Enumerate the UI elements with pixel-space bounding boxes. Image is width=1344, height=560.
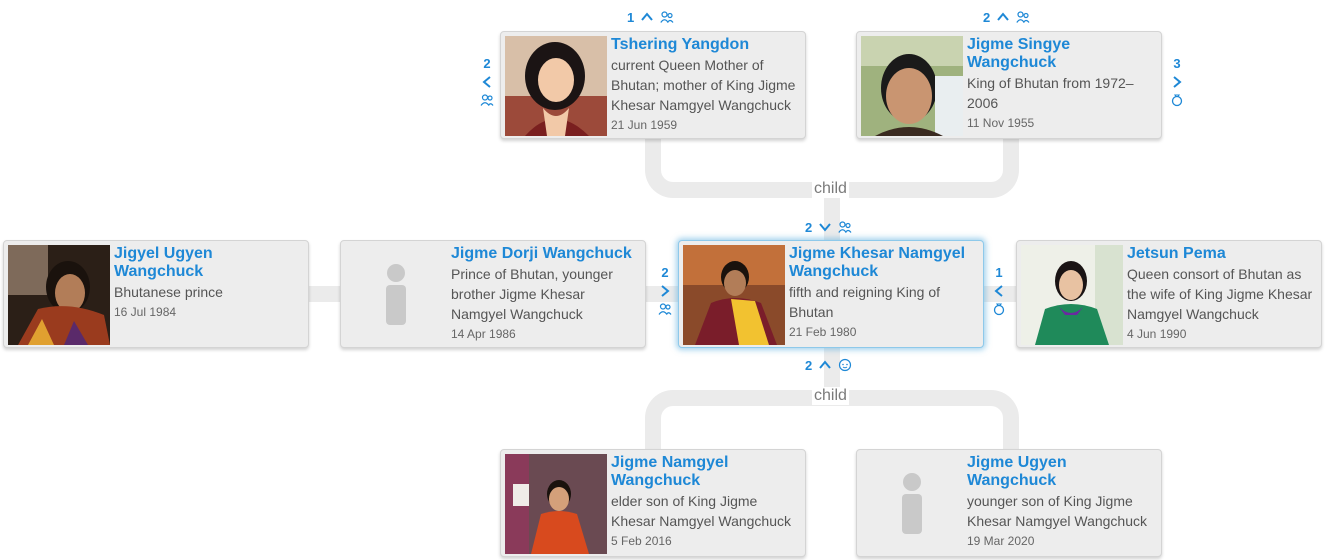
singye-spouses-nav[interactable]: 3: [1169, 56, 1185, 107]
children-count: 2: [805, 357, 813, 373]
placeholder-person-icon: [345, 245, 447, 345]
parents-count: 2: [805, 219, 813, 235]
person-description: King of Bhutan from 1972–2006: [967, 75, 1134, 111]
ring-icon[interactable]: [992, 302, 1006, 316]
person-card-jigme-khesar-namgyel-wangchuck[interactable]: Jigme Khesar Namgyel Wangchuck fifth and…: [678, 240, 984, 348]
person-birth-date: 21 Feb 1980: [789, 325, 857, 339]
person-description: Bhutanese prince: [114, 284, 223, 300]
person-name[interactable]: Jigme Singye Wangchuck: [967, 36, 1155, 72]
chevron-up-icon[interactable]: [818, 358, 832, 372]
tshering-siblings-nav[interactable]: 2: [479, 56, 495, 107]
chevron-left-icon[interactable]: [480, 75, 494, 89]
photo-queen: [1021, 245, 1123, 345]
ring-icon[interactable]: [1170, 93, 1184, 107]
person-card-jigme-dorji-wangchuck[interactable]: Jigme Dorji Wangchuck Prince of Bhutan, …: [340, 240, 646, 348]
spouses-count: 1: [995, 265, 1003, 280]
chevron-up-icon[interactable]: [996, 10, 1010, 24]
spouses-count: 3: [1173, 56, 1181, 71]
person-birth-date: 4 Jun 1990: [1127, 327, 1187, 341]
person-birth-date: 14 Apr 1986: [451, 327, 516, 341]
parents-count: 1: [627, 9, 635, 25]
photo-king: [683, 245, 785, 345]
person-description: elder son of King Jigme Khesar Namgyel W…: [611, 493, 792, 529]
person-card-jigme-singye-wangchuck[interactable]: Jigme Singye Wangchuck King of Bhutan fr…: [856, 31, 1162, 139]
person-card-jigme-namgyel-wangchuck[interactable]: Jigme Namgyel Wangchuck elder son of Kin…: [500, 449, 806, 557]
person-birth-date: 5 Feb 2016: [611, 534, 672, 548]
person-description: younger son of King Jigme Khesar Namgyel…: [967, 493, 1148, 529]
chevron-right-icon[interactable]: [658, 284, 672, 298]
person-name[interactable]: Jigme Namgyel Wangchuck: [611, 454, 799, 490]
person-card-jetsun-pema[interactable]: Jetsun Pema Queen consort of Bhutan as t…: [1016, 240, 1322, 348]
person-name[interactable]: Jetsun Pema: [1127, 245, 1315, 263]
sibling-connector: [305, 286, 345, 302]
chevron-right-icon[interactable]: [1170, 75, 1184, 89]
khesar-children-nav[interactable]: 2: [805, 357, 852, 373]
photo-child: [505, 454, 607, 554]
singye-parents-nav[interactable]: 2: [983, 9, 1030, 25]
chevron-left-icon[interactable]: [992, 284, 1006, 298]
dorji-siblings-nav[interactable]: 2: [657, 265, 673, 316]
person-name[interactable]: Jigyel Ugyen Wangchuck: [114, 245, 302, 281]
parents-count: 2: [983, 9, 991, 25]
person-card-tshering-yangdon[interactable]: Tshering Yangdon current Queen Mother of…: [500, 31, 806, 139]
chevron-down-icon[interactable]: [818, 220, 832, 234]
person-name[interactable]: Jigme Dorji Wangchuck: [451, 245, 639, 263]
person-birth-date: 19 Mar 2020: [967, 534, 1035, 548]
person-description: Queen consort of Bhutan as the wife of K…: [1127, 266, 1313, 322]
person-card-jigyel-ugyen-wangchuck[interactable]: Jigyel Ugyen Wangchuck Bhutanese prince …: [3, 240, 309, 348]
person-name[interactable]: Jigme Ugyen Wangchuck: [967, 454, 1155, 490]
person-name[interactable]: Jigme Khesar Namgyel Wangchuck: [789, 245, 977, 281]
placeholder-person-icon: [861, 454, 963, 554]
person-description: fifth and reigning King of Bhutan: [789, 284, 940, 320]
siblings-icon[interactable]: [658, 302, 672, 316]
person-birth-date: 11 Nov 1955: [967, 116, 1035, 130]
siblings-count: 2: [483, 56, 491, 71]
parents-icon[interactable]: [1016, 10, 1030, 24]
relation-label-child-top: child: [812, 180, 849, 198]
tshering-parents-nav[interactable]: 1: [627, 9, 674, 25]
person-card-jigme-ugyen-wangchuck[interactable]: Jigme Ugyen Wangchuck younger son of Kin…: [856, 449, 1162, 557]
person-description: current Queen Mother of Bhutan; mother o…: [611, 57, 796, 113]
photo-young-man: [8, 245, 110, 345]
parents-icon[interactable]: [660, 10, 674, 24]
photo-woman: [505, 36, 607, 136]
relation-label-child-bottom: child: [812, 387, 849, 405]
person-description: Prince of Bhutan, younger brother Jigme …: [451, 266, 613, 322]
person-birth-date: 16 Jul 1984: [114, 305, 177, 319]
chevron-up-icon[interactable]: [640, 10, 654, 24]
khesar-parents-nav[interactable]: 2: [805, 219, 852, 235]
jetsun-spouses-nav[interactable]: 1: [991, 265, 1007, 316]
child-face-icon[interactable]: [838, 358, 852, 372]
siblings-icon[interactable]: [480, 93, 494, 107]
photo-man: [861, 36, 963, 136]
person-birth-date: 21 Jun 1959: [611, 118, 678, 132]
parents-icon[interactable]: [838, 220, 852, 234]
siblings-count: 2: [661, 265, 669, 280]
person-name[interactable]: Tshering Yangdon: [611, 36, 799, 54]
